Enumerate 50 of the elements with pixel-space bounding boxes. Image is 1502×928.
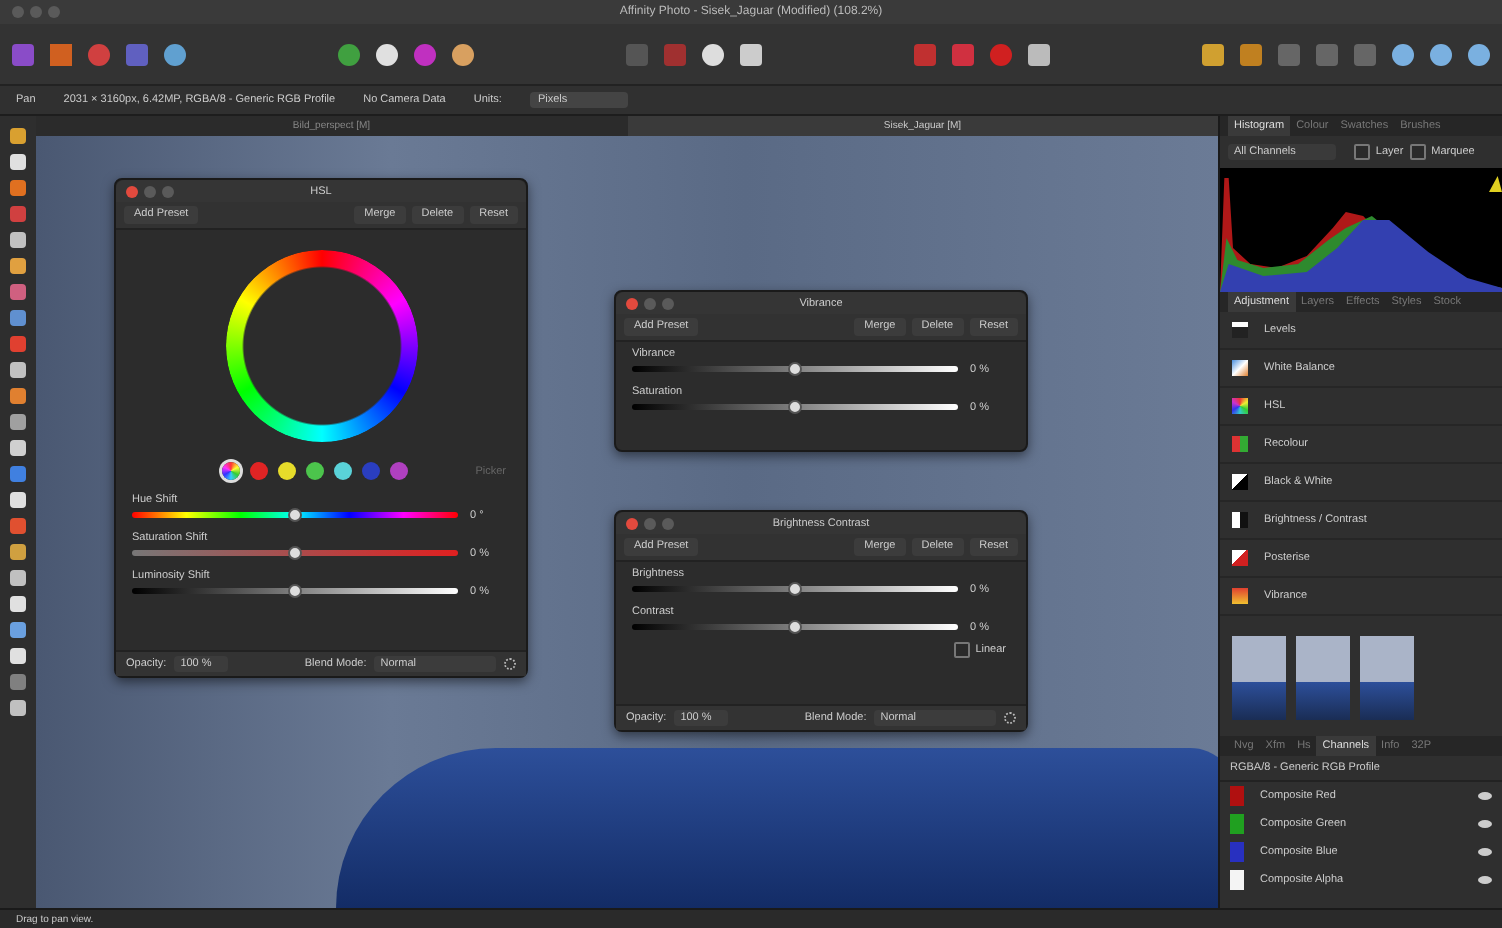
checkbox[interactable]	[1353, 144, 1370, 160]
gradient-square-icon	[1232, 360, 1248, 376]
slider-thumb[interactable]	[288, 584, 302, 598]
color-circle-icon[interactable]	[88, 43, 110, 65]
color-wheel-swatch[interactable]	[222, 462, 240, 480]
color-grid-icon	[1232, 436, 1248, 452]
vibrance-icon	[1232, 588, 1248, 604]
color-swatch[interactable]	[334, 462, 352, 480]
square-icon[interactable]	[740, 43, 762, 65]
close-button[interactable]	[626, 517, 638, 529]
slider-track[interactable]	[632, 366, 958, 372]
color-swatch[interactable]	[390, 462, 408, 480]
eye-icon[interactable]	[1478, 820, 1492, 828]
color-swatch[interactable]	[306, 462, 324, 480]
circle-icon[interactable]	[1392, 43, 1414, 65]
photo-thumbnail[interactable]	[1232, 636, 1286, 720]
slider-thumb[interactable]	[788, 400, 802, 414]
levels-icon	[1232, 322, 1248, 338]
slider-thumb[interactable]	[788, 362, 802, 376]
slider-thumb[interactable]	[288, 508, 302, 522]
close-button[interactable]	[626, 297, 638, 309]
color-swatch[interactable]	[250, 462, 268, 480]
settings-icon[interactable]	[504, 658, 516, 670]
eye-icon[interactable]	[1478, 792, 1492, 800]
diagonal-split-square-icon	[1232, 474, 1248, 490]
stop-square-icon[interactable]	[914, 43, 936, 65]
checkbox[interactable]	[1409, 144, 1426, 160]
photo-thumbnail[interactable]	[1360, 636, 1414, 720]
circle-icon[interactable]	[1468, 43, 1490, 65]
color-swatch[interactable]	[362, 462, 380, 480]
color-swatch[interactable]	[278, 462, 296, 480]
slider-thumb[interactable]	[788, 582, 802, 596]
slider-track[interactable]	[632, 586, 958, 592]
slider-track[interactable]	[632, 404, 958, 410]
slider-track[interactable]	[632, 624, 958, 630]
checkbox[interactable]	[953, 642, 970, 658]
posterise-icon	[1232, 550, 1248, 566]
slider-track[interactable]	[132, 588, 458, 594]
color-circle-icon[interactable]	[414, 43, 436, 65]
slider-track[interactable]	[132, 512, 458, 518]
slider-thumb[interactable]	[788, 620, 802, 634]
settings-icon[interactable]	[1004, 712, 1016, 724]
eye-icon[interactable]	[1478, 848, 1492, 856]
eye-icon[interactable]	[1478, 876, 1492, 884]
close-button[interactable]	[126, 185, 138, 197]
slider-track[interactable]	[132, 550, 458, 556]
photo-thumbnail[interactable]	[1296, 636, 1350, 720]
circle-icon[interactable]	[1430, 43, 1452, 65]
slider-thumb[interactable]	[288, 546, 302, 560]
color-grid-icon	[1232, 398, 1248, 414]
